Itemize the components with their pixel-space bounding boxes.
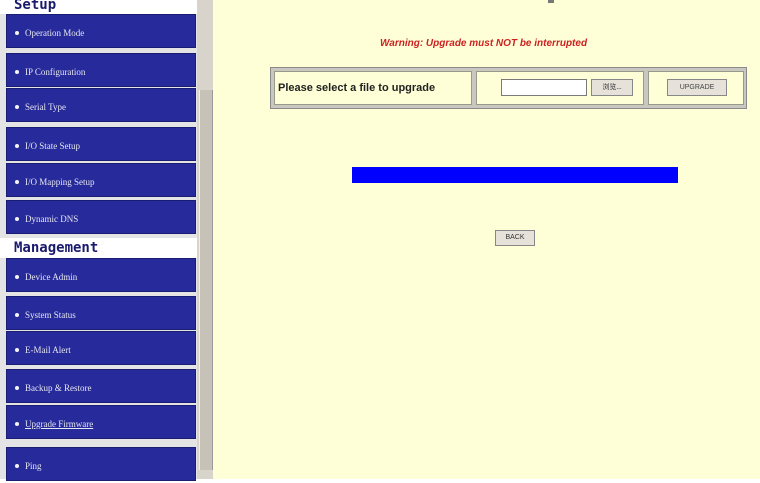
upgrade-button[interactable]: UPGRADE <box>667 79 727 96</box>
bullet-icon <box>15 30 19 35</box>
sidebar-item-io-mapping-setup[interactable]: I/O Mapping Setup <box>6 163 196 197</box>
sidebar-item-label: Operation Mode <box>25 27 85 38</box>
sidebar-item-label: IP Configuration <box>25 66 86 77</box>
bullet-icon <box>15 463 19 468</box>
section-heading-setup: Setup <box>0 0 197 14</box>
sidebar-item-label: System Status <box>25 309 76 320</box>
sidebar-item-backup-restore[interactable]: Backup & Restore <box>6 369 196 403</box>
file-path-input[interactable] <box>501 79 587 96</box>
upgrade-progress-bar <box>352 167 678 183</box>
sidebar-item-ip-configuration[interactable]: IP Configuration <box>6 53 196 87</box>
sidebar-item-label: E-Mail Alert <box>25 344 71 355</box>
sidebar-item-device-admin[interactable]: Device Admin <box>6 258 196 292</box>
sidebar-item-upgrade-firmware[interactable]: Upgrade Firmware <box>6 405 196 439</box>
upgrade-progress-fill <box>352 167 678 183</box>
file-cell: 浏览... <box>476 71 644 105</box>
bullet-icon <box>15 69 19 74</box>
upgrade-button-cell: UPGRADE <box>648 71 744 105</box>
bullet-icon <box>15 143 19 148</box>
sidebar-item-label: Device Admin <box>25 271 78 282</box>
page-title-fragment <box>548 0 554 3</box>
sidebar-item-ping[interactable]: Ping <box>6 447 196 481</box>
sidebar-item-operation-mode[interactable]: Operation Mode <box>6 14 196 48</box>
bullet-icon <box>15 312 19 317</box>
bullet-icon <box>15 385 19 390</box>
sidebar-item-label: Dynamic DNS <box>25 213 79 224</box>
sidebar-item-dynamic-dns[interactable]: Dynamic DNS <box>6 200 196 234</box>
bullet-icon <box>15 216 19 221</box>
back-button[interactable]: BACK <box>495 230 535 246</box>
sidebar-item-label: Ping <box>25 460 42 471</box>
sidebar-item-label: Upgrade Firmware <box>25 418 94 429</box>
sidebar-item-system-status[interactable]: System Status <box>6 296 196 330</box>
sidebar-item-serial-type[interactable]: Serial Type <box>6 88 196 122</box>
sidebar-item-email-alert[interactable]: E-Mail Alert <box>6 331 196 365</box>
bullet-icon <box>15 104 19 109</box>
sidebar-item-label: I/O Mapping Setup <box>25 176 95 187</box>
sidebar-item-label: Serial Type <box>25 101 66 112</box>
browse-button[interactable]: 浏览... <box>591 79 633 96</box>
bullet-icon <box>15 179 19 184</box>
bullet-icon <box>15 421 19 426</box>
sidebar-item-io-state-setup[interactable]: I/O State Setup <box>6 127 196 161</box>
upgrade-prompt: Please select a file to upgrade <box>274 71 472 105</box>
sidebar-item-label: Backup & Restore <box>25 382 92 393</box>
bullet-icon <box>15 274 19 279</box>
sidebar-item-label: I/O State Setup <box>25 140 80 151</box>
upgrade-form-table: Please select a file to upgrade 浏览... UP… <box>270 67 747 109</box>
warning-message: Warning: Upgrade must NOT be interrupted <box>380 38 588 49</box>
sidebar-scroll-thumb[interactable] <box>199 90 213 470</box>
bullet-icon <box>15 347 19 352</box>
section-heading-management: Management <box>0 238 197 258</box>
